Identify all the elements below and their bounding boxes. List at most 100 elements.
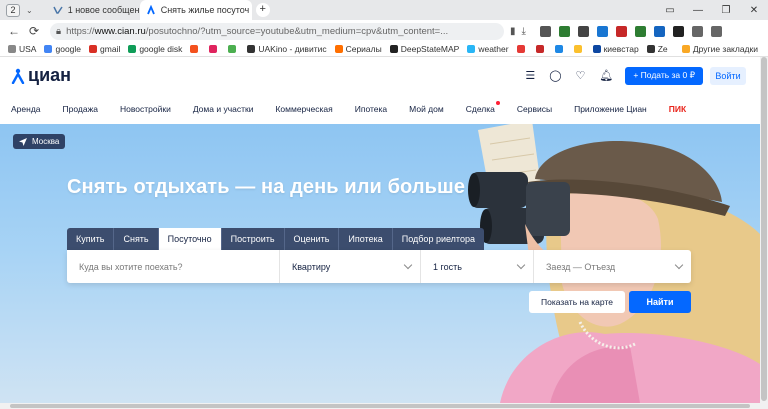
bookmark-label: UAKino - дивитис (258, 44, 327, 54)
tab-label: 1 новое сообщение (67, 5, 139, 15)
compare-list-icon[interactable]: ☰ (525, 69, 535, 82)
chevron-down-icon (403, 260, 413, 270)
tab-daily[interactable]: Посуточно (158, 228, 222, 250)
bookmark-favicon-icon (535, 45, 544, 53)
browser-tab-cian[interactable]: Снять жилье посуточ ✕ (139, 0, 252, 20)
bookmark-label: DeepStateMAP (400, 44, 460, 54)
nav-item-deal[interactable]: Сделка (466, 101, 500, 114)
login-button[interactable]: Войти (710, 66, 746, 85)
tab-mortgage[interactable]: Ипотека (339, 228, 393, 250)
ext-icon[interactable] (558, 25, 570, 37)
bookmark-item[interactable]: google (44, 44, 81, 54)
bookmark-icon[interactable]: ▮ (510, 26, 516, 37)
back-arrow-icon[interactable]: ← (4, 24, 24, 38)
bookmark-favicon-icon (516, 45, 525, 53)
scrollbar-thumb[interactable] (10, 404, 750, 408)
tab-count-badge[interactable]: 2 (6, 3, 20, 17)
bookmark-item[interactable]: google disk (128, 44, 182, 54)
nav-item-sale[interactable]: Продажа (63, 104, 98, 114)
bookmark-favicon-icon (389, 45, 398, 53)
browser-tab-messages[interactable]: 1 новое сообщение (47, 0, 139, 20)
destination-input[interactable]: Куда вы хотите поехать? (67, 250, 280, 283)
bookmark-favicon-icon (573, 45, 582, 53)
dates-picker[interactable]: Заезд — Отъезд (534, 250, 691, 283)
new-tab-button[interactable]: + (255, 3, 270, 17)
guests-select[interactable]: 1 гость (421, 250, 534, 283)
bookmark-item[interactable] (554, 45, 566, 53)
bookmark-item[interactable] (190, 45, 201, 53)
minimize-icon[interactable]: — (684, 5, 712, 16)
nav-item-services[interactable]: Сервисы (517, 104, 552, 114)
ext-icon[interactable] (615, 25, 627, 37)
scrollbar-thumb[interactable] (761, 57, 767, 401)
ext-icon[interactable] (577, 25, 589, 37)
bookmark-item[interactable]: gmail (89, 44, 120, 54)
tab-estimate[interactable]: Оценить (284, 228, 340, 250)
city-label: Москва (32, 137, 60, 146)
download-icon[interactable]: ⤓ (522, 26, 526, 37)
ext-icon[interactable] (596, 25, 608, 37)
horizontal-scrollbar[interactable] (0, 403, 768, 409)
nav-item-rent[interactable]: Аренда (11, 104, 41, 114)
vertical-scrollbar[interactable] (760, 57, 768, 403)
ext-icon[interactable] (634, 25, 646, 37)
bookmark-favicon-icon (8, 45, 16, 53)
bookmark-item[interactable]: weather (467, 44, 509, 54)
ext-icon[interactable] (710, 25, 722, 37)
bookmark-item[interactable]: USA (8, 44, 36, 54)
place-ad-button[interactable]: + Подать за 0 ₽ (625, 66, 703, 85)
bookmark-item[interactable] (535, 45, 547, 53)
bookmark-favicon-icon (646, 45, 655, 53)
nav-item-mortgage[interactable]: Ипотека (355, 104, 387, 114)
find-button[interactable]: Найти (629, 291, 691, 313)
bookmark-window-icon[interactable]: ▭ (656, 5, 684, 16)
chat-icon[interactable]: ◯ (549, 69, 561, 82)
logo-text: циан (28, 65, 72, 85)
other-bookmarks[interactable]: Другие закладки (681, 44, 758, 54)
property-type-select[interactable]: Квартиру (280, 250, 421, 283)
tab-buy[interactable]: Купить (67, 228, 115, 250)
refresh-icon[interactable]: ⟳ (24, 24, 44, 38)
tab-realtor[interactable]: Подбор риелтора (392, 228, 484, 250)
nav-item-my-home[interactable]: Мой дом (409, 104, 444, 114)
notifications-bell-icon[interactable]: 🔔︎ (599, 69, 613, 82)
bookmark-favicon-icon (247, 45, 256, 53)
bookmark-item[interactable]: DeepStateMAP (389, 44, 460, 54)
bookmark-item[interactable] (228, 45, 239, 53)
nav-item-pik[interactable]: ПИК (669, 104, 686, 114)
nav-item-app[interactable]: Приложение Циан (574, 104, 647, 114)
ext-icon[interactable] (691, 25, 703, 37)
ext-icon[interactable] (539, 25, 551, 37)
vk-favicon-icon (53, 6, 63, 14)
browser-tabbar: 2 ⌄ 1 новое сообщение Снять жилье посуто… (0, 0, 768, 20)
cian-logo[interactable]: циан (11, 65, 71, 86)
show-on-map-button[interactable]: Показать на карте (529, 291, 625, 313)
bookmark-favicon-icon (190, 45, 199, 53)
bookmark-item[interactable]: UAKino - дивитис (247, 44, 327, 54)
bookmark-item[interactable] (573, 45, 585, 53)
tab-list-dropdown-icon[interactable]: ⌄ (26, 6, 33, 15)
restore-icon[interactable]: ❐ (712, 5, 740, 16)
bookmark-item[interactable]: киевстар (592, 44, 639, 54)
favorites-heart-icon[interactable]: ♡ (576, 69, 586, 82)
nav-item-commercial[interactable]: Коммерческая (275, 104, 332, 114)
close-window-icon[interactable]: ✕ (740, 5, 768, 16)
url-prefix: https:// (66, 25, 95, 37)
bookmark-label: Сериалы (345, 44, 382, 54)
nav-item-houses[interactable]: Дома и участки (193, 104, 254, 114)
bookmark-item[interactable]: Сериалы (334, 44, 382, 54)
bookmark-favicon-icon (209, 45, 218, 53)
ext-icon[interactable] (653, 25, 665, 37)
tab-build[interactable]: Построить (221, 228, 285, 250)
bookmark-item[interactable]: Ze (646, 44, 668, 54)
cian-favicon-icon (146, 5, 155, 15)
url-field[interactable]: 🔒︎ https://www.cian.ru/posutochno/?utm_s… (50, 22, 504, 40)
nav-item-new-buildings[interactable]: Новостройки (120, 104, 171, 114)
ext-icon[interactable] (672, 25, 684, 37)
tab-rent[interactable]: Снять (114, 228, 159, 250)
bookmark-item[interactable] (516, 45, 528, 53)
other-bookmarks-label: Другие закладки (692, 44, 758, 54)
tab-close-icon[interactable]: ✕ (249, 5, 251, 16)
city-selector[interactable]: Москва (13, 134, 66, 149)
bookmark-item[interactable] (209, 45, 220, 53)
